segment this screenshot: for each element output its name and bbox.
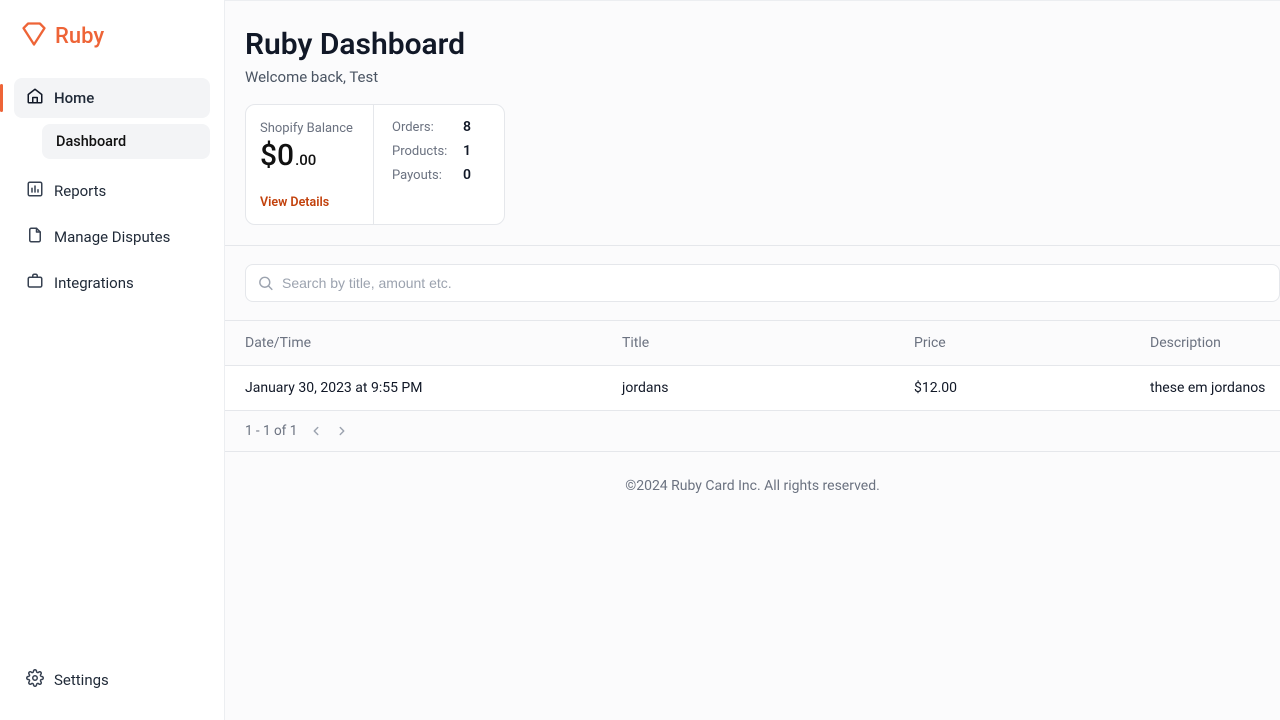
sidebar-bottom: Settings xyxy=(14,660,210,700)
pagination: 1 - 1 of 1 xyxy=(225,411,1280,452)
balance-minor: .00 xyxy=(295,151,316,169)
brand-logo: Ruby xyxy=(14,20,210,52)
pager-prev[interactable] xyxy=(309,424,323,438)
page-header: Ruby Dashboard Welcome back, Test Shopif… xyxy=(225,1,1280,225)
sidebar-subnav: Dashboard xyxy=(14,124,210,159)
cell-datetime: January 30, 2023 at 9:55 PM xyxy=(245,380,622,396)
sidebar-item-reports[interactable]: Reports xyxy=(14,171,210,211)
stat-value: 8 xyxy=(463,119,471,135)
search-box xyxy=(245,264,1280,302)
cell-price: $12.00 xyxy=(914,380,1150,396)
cell-description: these em jordanos xyxy=(1150,380,1280,396)
balance-block: Shopify Balance $0 .00 View Details xyxy=(246,105,374,224)
sidebar-item-settings[interactable]: Settings xyxy=(14,660,210,700)
main: Ruby Dashboard Welcome back, Test Shopif… xyxy=(224,0,1280,720)
sidebar-item-label: Dashboard xyxy=(56,133,126,150)
col-price: Price xyxy=(914,335,1150,351)
col-datetime: Date/Time xyxy=(245,335,622,351)
balance-value: $0 .00 xyxy=(260,138,353,173)
sidebar: Ruby Home Dashboard Reports Manage Dispu… xyxy=(0,0,224,720)
chart-icon xyxy=(26,180,44,202)
sidebar-item-dashboard[interactable]: Dashboard xyxy=(42,124,210,159)
table-row[interactable]: January 30, 2023 at 9:55 PM jordans $12.… xyxy=(225,366,1280,411)
ruby-gem-icon xyxy=(20,20,48,52)
search-input[interactable] xyxy=(245,264,1280,302)
sidebar-item-label: Manage Disputes xyxy=(54,228,170,246)
chevron-left-icon xyxy=(309,424,323,438)
col-title: Title xyxy=(622,335,914,351)
stat-payouts: Payouts: 0 xyxy=(392,167,471,183)
cell-title: jordans xyxy=(622,380,914,396)
stat-key: Orders: xyxy=(392,120,434,135)
orders-table: Date/Time Title Price Description Januar… xyxy=(225,320,1280,452)
home-icon xyxy=(26,87,44,109)
balance-label: Shopify Balance xyxy=(260,121,353,136)
sidebar-item-home[interactable]: Home xyxy=(14,78,210,118)
stat-products: Products: 1 xyxy=(392,143,471,159)
col-description: Description xyxy=(1150,335,1280,351)
stat-value: 1 xyxy=(463,143,471,159)
brand-name: Ruby xyxy=(55,24,104,49)
file-icon xyxy=(26,226,44,248)
stat-orders: Orders: 8 xyxy=(392,119,471,135)
stat-key: Products: xyxy=(392,144,447,159)
stat-value: 0 xyxy=(463,167,471,183)
footer-copyright: ©2024 Ruby Card Inc. All rights reserved… xyxy=(225,452,1280,520)
welcome-text: Welcome back, Test xyxy=(245,68,1280,86)
page-title: Ruby Dashboard xyxy=(245,27,1280,62)
pager-label: 1 - 1 of 1 xyxy=(245,423,297,439)
chevron-right-icon xyxy=(335,424,349,438)
sidebar-item-label: Settings xyxy=(54,671,109,689)
sidebar-item-integrations[interactable]: Integrations xyxy=(14,263,210,303)
sidebar-item-label: Home xyxy=(54,89,94,107)
sidebar-item-label: Integrations xyxy=(54,274,134,292)
stats-right: Orders: 8 Products: 1 Payouts: 0 xyxy=(374,105,489,224)
table-header: Date/Time Title Price Description xyxy=(225,320,1280,366)
sidebar-item-label: Reports xyxy=(54,182,106,200)
briefcase-icon xyxy=(26,272,44,294)
pager-next[interactable] xyxy=(335,424,349,438)
gear-icon xyxy=(26,669,44,691)
view-details-link[interactable]: View Details xyxy=(260,195,353,210)
nav: Home Dashboard Reports Manage Disputes I… xyxy=(14,78,210,660)
sidebar-item-manage-disputes[interactable]: Manage Disputes xyxy=(14,217,210,257)
search-section xyxy=(225,246,1280,302)
stats-card: Shopify Balance $0 .00 View Details Orde… xyxy=(245,104,505,225)
stat-key: Payouts: xyxy=(392,168,442,183)
balance-major: $0 xyxy=(260,138,294,173)
